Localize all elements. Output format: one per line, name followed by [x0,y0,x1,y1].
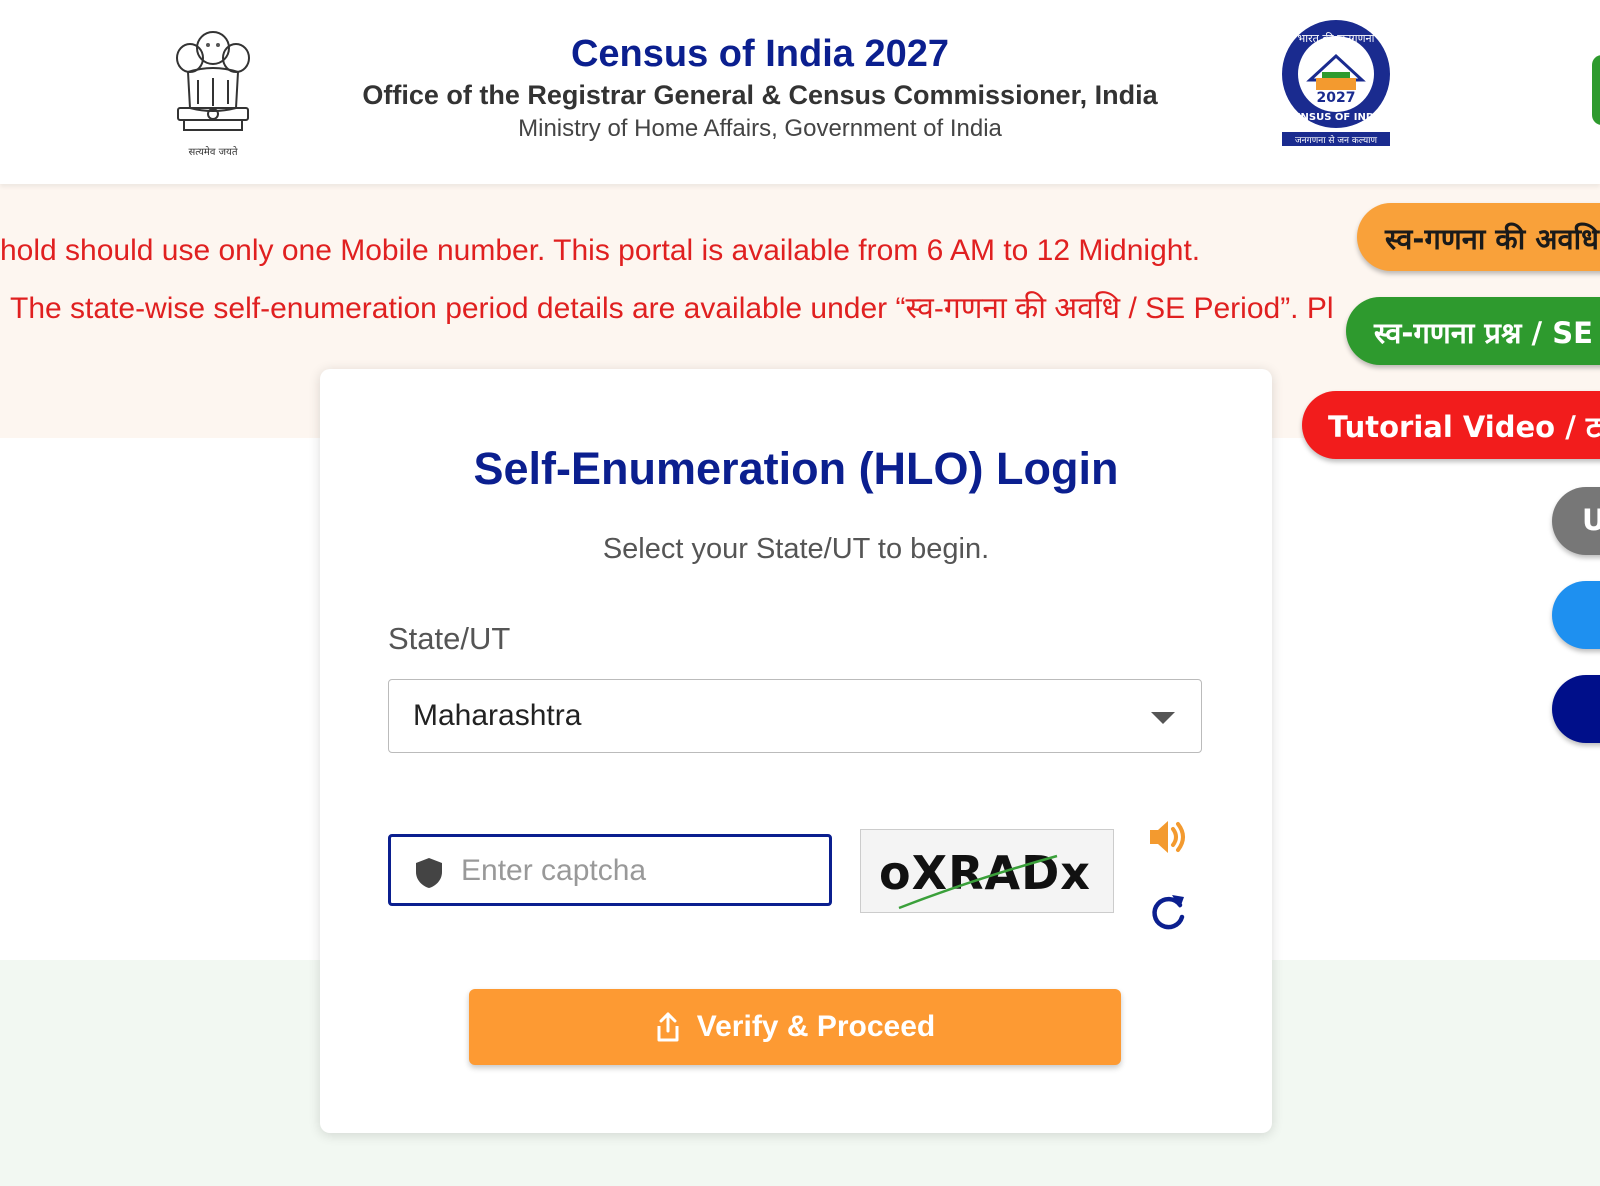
site-header: सत्यमेव जयते Census of India 2027 Office… [0,0,1600,184]
captcha-input[interactable] [459,849,813,893]
logo-ring-text: CENSUS OF INDIA [1286,112,1385,123]
state-select-value: Maharashtra [413,699,582,732]
side-tab-green[interactable] [1592,55,1600,125]
verify-proceed-label: Verify & Proceed [696,1010,936,1043]
side-gray-button[interactable]: U [1552,487,1600,555]
se-period-button[interactable]: स्व-गणना की अवधि / SE Period [1357,203,1600,271]
side-blue-button[interactable] [1552,581,1600,649]
shield-icon [416,858,442,888]
notice-line-2: The state-wise self-enumeration period d… [10,292,1334,325]
header-titles: Census of India 2027 Office of the Regis… [260,30,1260,146]
national-emblem: सत्यमेव जयते [168,20,258,160]
share-icon [657,1012,679,1042]
national-emblem-icon [176,31,250,131]
speaker-icon[interactable] [1146,815,1190,859]
page-title: Census of India 2027 [570,33,949,75]
tutorial-video-button[interactable]: Tutorial Video / ट्यूटोरियल वीडियो [1302,391,1600,459]
verify-proceed-button[interactable]: Verify & Proceed [469,989,1121,1065]
captcha-field[interactable] [388,834,832,906]
logo-year: 2027 [1317,90,1356,106]
logo-top-text: भारत की जनगणना [1297,32,1374,45]
chevron-down-icon [1151,712,1175,724]
state-label: State/UT [388,621,511,656]
refresh-icon[interactable] [1146,891,1190,935]
login-title: Self-Enumeration (HLO) Login [473,443,1119,494]
office-name: Office of the Registrar General & Census… [362,80,1158,110]
captcha-noise-line [898,854,1058,910]
census-logo-icon: 2027 भारत की जनगणना CENSUS OF INDIA जनगण… [1282,20,1390,146]
ministry-name: Ministry of Home Affairs, Government of … [518,115,1002,142]
se-questions-button[interactable]: स्व-गणना प्रश्न / SE Questions [1346,297,1600,365]
login-subtitle: Select your State/UT to begin. [602,533,990,565]
captcha-image: oXRADx [860,829,1114,913]
state-select[interactable]: Maharashtra [388,679,1202,753]
census-logo: 2027 भारत की जनगणना CENSUS OF INDIA जनगण… [1280,18,1392,148]
logo-tagline: जनगणना से जन कल्याण [1295,134,1377,146]
notice-line-1: hold should use only one Mobile number. … [0,234,1201,267]
emblem-motto: सत्यमेव जयते [188,147,238,158]
side-navy-button[interactable] [1552,675,1600,743]
login-card: Self-Enumeration (HLO) Login Select your… [320,369,1272,1133]
